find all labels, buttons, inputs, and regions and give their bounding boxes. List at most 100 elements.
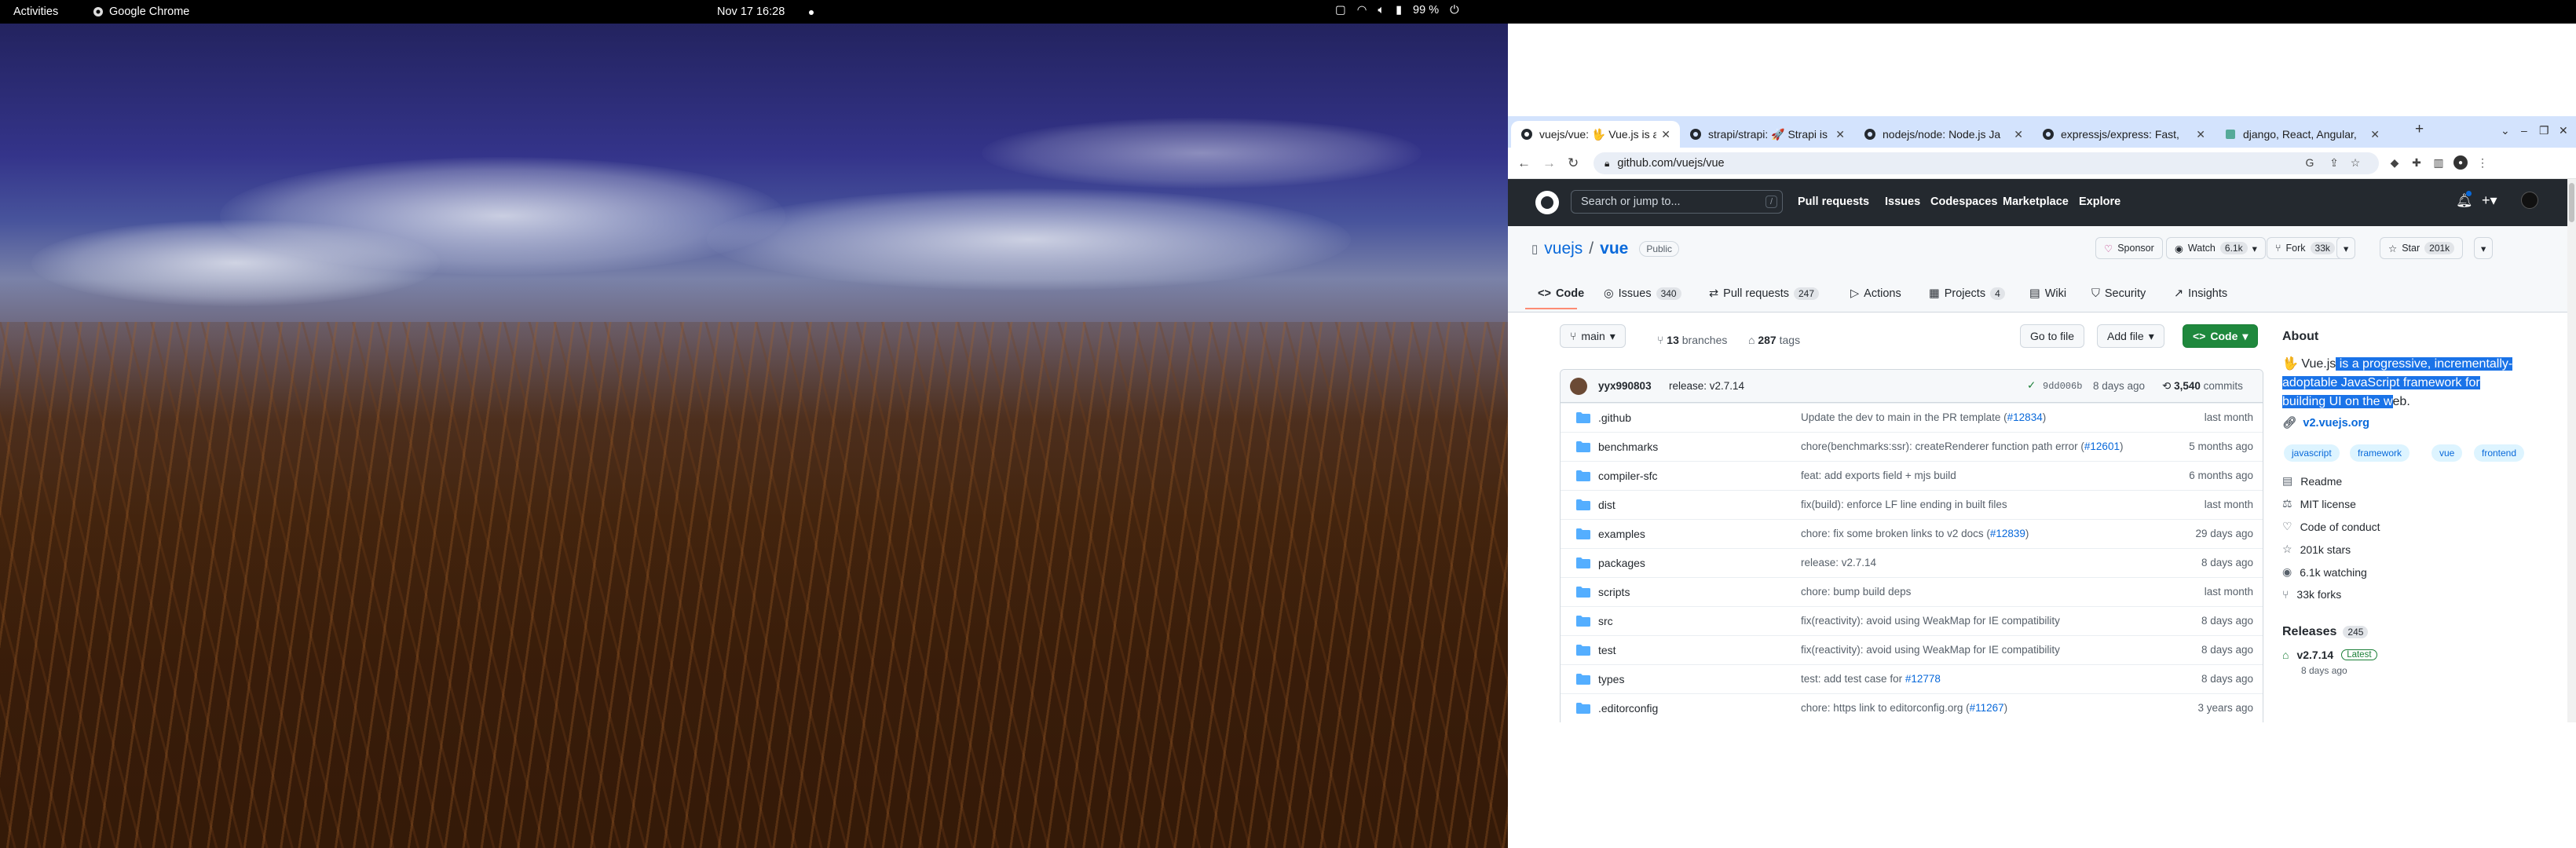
browser-tab-django[interactable]: django, React, Angular, ✕ — [2215, 121, 2389, 148]
file-commit-message[interactable]: feat: add exports field + mjs build — [1801, 470, 1956, 481]
file-row[interactable]: types test: add test case for #12778 8 day… — [1561, 664, 2263, 693]
tab-issues[interactable]: ◎ Issues 340 — [1604, 287, 1681, 300]
extension-icon[interactable]: ◆ — [2388, 155, 2402, 170]
reload-icon[interactable]: ↻ — [1568, 155, 1579, 171]
file-commit-message[interactable]: release: v2.7.14 — [1801, 557, 1876, 568]
pr-link[interactable]: #12834 — [2007, 411, 2043, 423]
commit-author[interactable]: yyx990803 — [1598, 380, 1652, 392]
close-tab-icon[interactable]: ✕ — [2196, 128, 2205, 141]
file-commit-message[interactable]: test: add test case for #12778 — [1801, 673, 1941, 685]
tags-link[interactable]: ⌂ 287 tags — [1748, 334, 1800, 346]
file-row[interactable]: compiler-sfc feat: add exports field + mj… — [1561, 461, 2263, 490]
file-row[interactable]: dist fix(build): enforce LF line ending i… — [1561, 490, 2263, 519]
close-window-icon[interactable]: ✕ — [2559, 124, 2568, 137]
side-panel-icon[interactable]: ▥ — [2431, 155, 2446, 170]
author-avatar[interactable] — [1570, 378, 1587, 395]
tab-projects[interactable]: ▦ Projects 4 — [1929, 287, 2005, 300]
bookmark-star-icon[interactable]: ☆ — [2348, 155, 2362, 170]
pr-link[interactable]: #12839 — [1990, 528, 2025, 539]
add-file-button[interactable]: Add file ▾ — [2097, 324, 2164, 348]
sponsor-button[interactable]: ♡ Sponsor — [2095, 237, 2163, 259]
watch-button[interactable]: ◉ Watch 6.1k ▾ — [2166, 237, 2266, 259]
file-commit-message[interactable]: chore: bump build deps — [1801, 586, 1911, 598]
code-button[interactable]: <> Code ▾ — [2183, 324, 2259, 348]
search-input[interactable]: Search or jump to... / — [1571, 190, 1783, 214]
file-row[interactable]: examples chore: fix some broken links to … — [1561, 519, 2263, 548]
file-row[interactable]: benchmarks chore(benchmarks:ssr): createR… — [1561, 432, 2263, 461]
browser-tab-express[interactable]: expressjs/express: Fast, ✕ — [2033, 121, 2215, 148]
file-commit-message[interactable]: fix(reactivity): avoid using WeakMap for… — [1801, 644, 2060, 656]
latest-release-link[interactable]: ⌂ v2.7.14 Latest — [2282, 649, 2377, 661]
pr-link[interactable]: #12601 — [2084, 440, 2120, 452]
tab-insights[interactable]: ↗ Insights — [2174, 287, 2227, 300]
new-tab-icon[interactable]: + — [2415, 121, 2424, 138]
watching-link[interactable]: ◉ 6.1k watching — [2282, 565, 2367, 579]
file-commit-message[interactable]: chore: https link to editorconfig.org (#… — [1801, 702, 2007, 714]
close-tab-icon[interactable]: ✕ — [1661, 128, 1670, 141]
close-tab-icon[interactable]: ✕ — [1835, 128, 1845, 141]
file-name-link[interactable]: types — [1598, 673, 1624, 685]
file-row[interactable]: scripts chore: bump build deps last month — [1561, 577, 2263, 606]
file-row[interactable]: src fix(reactivity): avoid using WeakMap … — [1561, 606, 2263, 635]
releases-heading[interactable]: Releases 245 — [2282, 625, 2369, 639]
file-name-link[interactable]: dist — [1598, 499, 1615, 511]
file-commit-message[interactable]: chore: fix some broken links to v2 docs … — [1801, 528, 2029, 539]
address-bar[interactable]: 🔒︎ github.com/vuejs/vue — [1594, 152, 2379, 174]
nav-marketplace[interactable]: Marketplace — [2003, 196, 2069, 208]
file-commit-message[interactable]: Update the dev to main in the PR templat… — [1801, 411, 2046, 423]
branch-select-button[interactable]: ⑂ main ▾ — [1560, 324, 1626, 348]
website-link[interactable]: 🔗︎ v2.vuejs.org — [2282, 416, 2369, 430]
file-row[interactable]: .editorconfig chore: https link to editor… — [1561, 693, 2263, 722]
commits-link[interactable]: ⟲ 3,540 commits — [2162, 380, 2243, 393]
tab-pull-requests[interactable]: ⇄ Pull requests 247 — [1709, 287, 1820, 300]
commit-message[interactable]: release: v2.7.14 — [1669, 380, 1744, 392]
share-icon[interactable]: ⇪ — [2327, 155, 2341, 170]
fork-dropdown-button[interactable]: ▾ — [2336, 237, 2356, 259]
browser-tab-vue[interactable]: vuejs/vue: 🖖 Vue.js is a p ✕ — [1511, 121, 1680, 148]
minimize-icon[interactable]: – — [2521, 124, 2527, 137]
create-new-icon[interactable]: +▾ — [2482, 192, 2497, 209]
check-icon[interactable]: ✓ — [2027, 379, 2036, 392]
pr-link[interactable]: #12778 — [1905, 673, 1941, 685]
extensions-puzzle-icon[interactable]: ✚ — [2410, 155, 2424, 170]
system-tray[interactable]: ▢ ◠ 🔈︎ ▮ 99 % ⏻ — [1335, 4, 1459, 16]
file-commit-message[interactable]: fix(build): enforce LF line ending in bu… — [1801, 499, 2007, 510]
back-icon[interactable]: ← — [1517, 155, 1531, 171]
readme-link[interactable]: ▤ Readme — [2282, 474, 2342, 488]
star-button[interactable]: ☆ Star 201k — [2380, 237, 2464, 259]
file-name-link[interactable]: examples — [1598, 528, 1645, 540]
github-logo-icon[interactable] — [1535, 190, 1560, 215]
topic-tag[interactable]: framework — [2350, 444, 2410, 462]
browser-tab-strapi[interactable]: strapi/strapi: 🚀 Strapi is ✕ — [1680, 121, 1854, 148]
pr-link[interactable]: #11267 — [1970, 702, 2004, 714]
license-link[interactable]: ⚖ MIT license — [2282, 497, 2356, 510]
app-menu[interactable]: Google Chrome — [93, 5, 189, 18]
topic-tag[interactable]: vue — [2431, 444, 2463, 462]
fork-button[interactable]: ⑂ Fork 33k — [2267, 237, 2344, 259]
file-commit-message[interactable]: fix(reactivity): avoid using WeakMap for… — [1801, 615, 2060, 627]
file-name-link[interactable]: .github — [1598, 411, 1631, 424]
topic-tag[interactable]: frontend — [2474, 444, 2525, 462]
topic-tag[interactable]: javascript — [2284, 444, 2340, 462]
file-row[interactable]: packages release: v2.7.14 8 days ago — [1561, 548, 2263, 577]
menu-kebab-icon[interactable]: ⋮ — [2475, 155, 2490, 170]
go-to-file-button[interactable]: Go to file — [2020, 324, 2085, 348]
file-name-link[interactable]: packages — [1598, 557, 1645, 569]
file-name-link[interactable]: compiler-sfc — [1598, 470, 1657, 482]
file-row[interactable]: test fix(reactivity): avoid using WeakMap… — [1561, 635, 2263, 664]
user-avatar[interactable] — [2521, 192, 2538, 209]
nav-issues[interactable]: Issues — [1885, 196, 1920, 208]
branches-link[interactable]: ⑂ 13 branches — [1657, 334, 1727, 346]
tab-search-icon[interactable]: ⌄ — [2501, 124, 2510, 137]
repo-name-link[interactable]: vue — [1600, 239, 1628, 258]
star-dropdown-button[interactable]: ▾ — [2474, 237, 2494, 259]
google-icon[interactable]: G — [2303, 155, 2317, 170]
file-row[interactable]: .github Update the dev to main in the PR … — [1561, 403, 2263, 432]
activities-button[interactable]: Activities — [13, 5, 58, 18]
file-name-link[interactable]: scripts — [1598, 586, 1630, 598]
close-tab-icon[interactable]: ✕ — [2370, 128, 2380, 141]
commit-hash[interactable]: 9dd006b — [2043, 381, 2082, 392]
file-name-link[interactable]: src — [1598, 615, 1613, 627]
profile-avatar-icon[interactable]: ● — [2453, 155, 2468, 170]
page-scrollbar[interactable] — [2567, 179, 2576, 722]
